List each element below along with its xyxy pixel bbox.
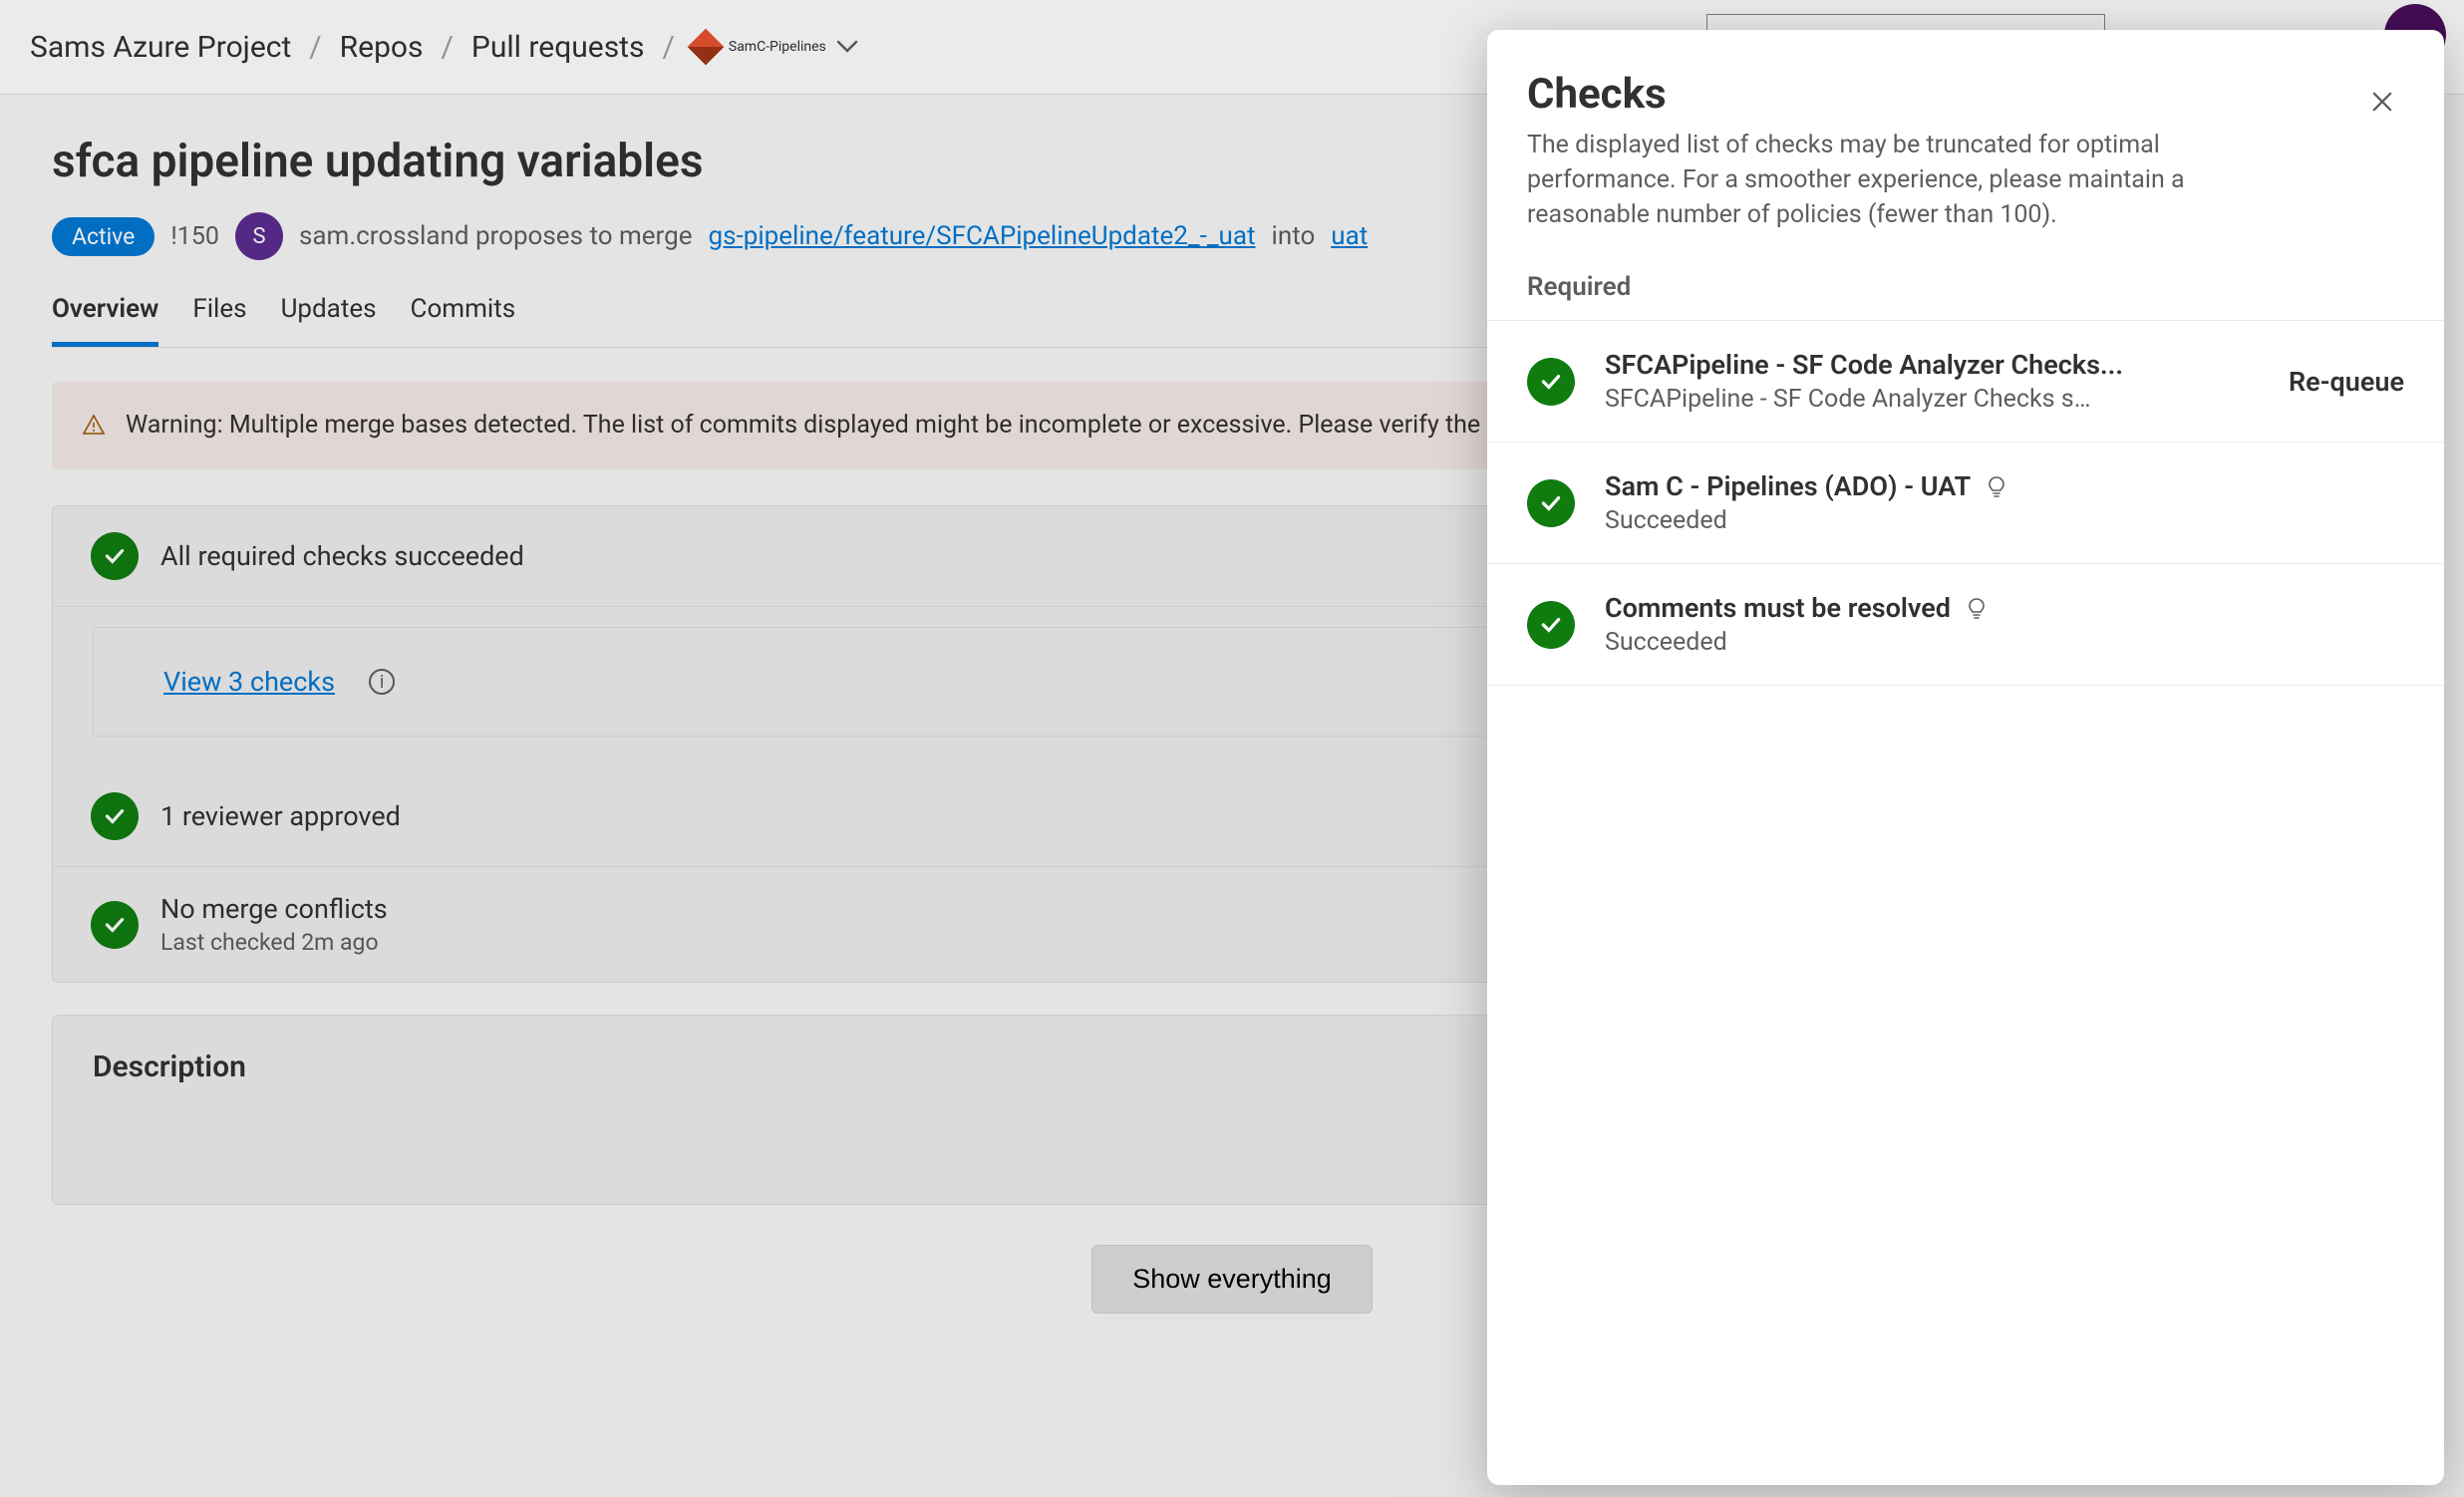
check-title: Comments must be resolved (1605, 592, 2404, 624)
requeue-button[interactable]: Re-queue (2289, 366, 2404, 398)
check-title: Sam C - Pipelines (ADO) - UAT (1605, 470, 2404, 502)
checks-list: SFCAPipeline - SF Code Analyzer Checks..… (1487, 320, 2444, 686)
panel-description: The displayed list of checks may be trun… (1487, 128, 2265, 232)
check-subtitle: Succeeded (1605, 628, 2404, 657)
success-icon (1527, 358, 1575, 406)
check-item[interactable]: SFCAPipeline - SF Code Analyzer Checks..… (1487, 320, 2444, 443)
required-label: Required (1487, 272, 2444, 320)
lightbulb-icon (1985, 474, 2008, 498)
check-title: SFCAPipeline - SF Code Analyzer Checks..… (1605, 349, 2259, 381)
panel-title: Checks (1527, 70, 1667, 119)
check-subtitle: Succeeded (1605, 506, 2404, 535)
close-button[interactable] (2360, 80, 2404, 128)
check-item[interactable]: Sam C - Pipelines (ADO) - UAT Succeeded (1487, 443, 2444, 564)
success-icon (1527, 479, 1575, 527)
lightbulb-icon (1965, 596, 1989, 620)
checks-panel: Checks The displayed list of checks may … (1487, 30, 2444, 1485)
close-icon (2368, 88, 2396, 116)
check-subtitle: SFCAPipeline - SF Code Analyzer Checks s… (1605, 385, 2259, 414)
check-item[interactable]: Comments must be resolved Succeeded (1487, 564, 2444, 686)
success-icon (1527, 601, 1575, 649)
